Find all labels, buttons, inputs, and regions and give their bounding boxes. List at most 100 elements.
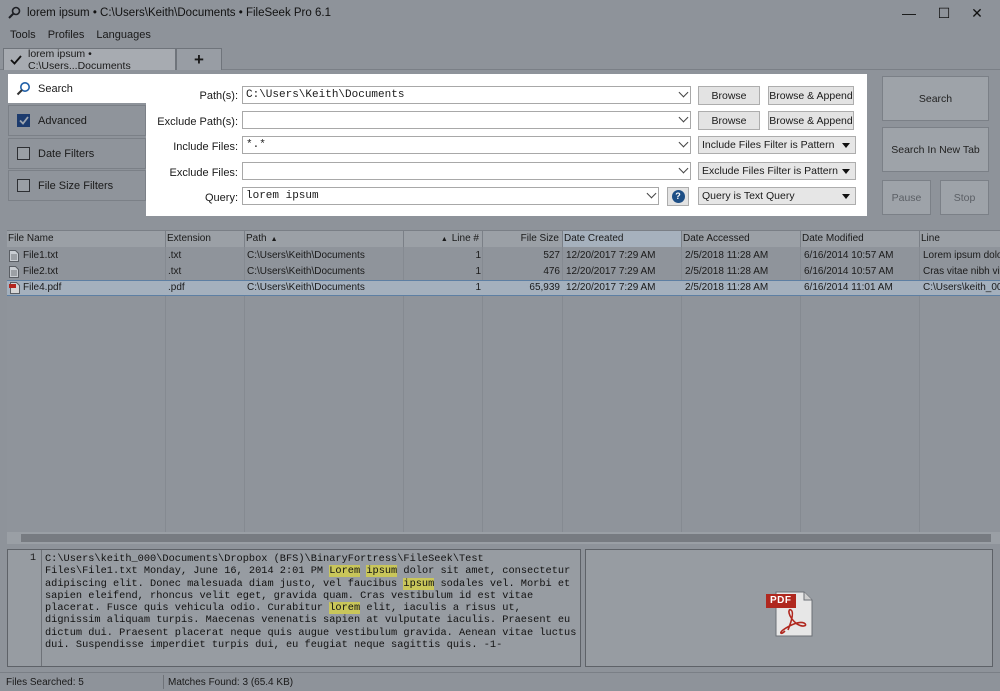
new-tab-button[interactable]: + [176, 48, 222, 70]
dropdown-triangle-icon [842, 169, 850, 174]
window-title: lorem ipsum • C:\Users\Keith\Documents •… [27, 7, 331, 19]
cell-line: Cras vitae nibh viv [923, 266, 1000, 277]
cell-file-size: 65,939 [529, 282, 560, 293]
pdf-badge-label: PDF [770, 595, 792, 606]
menu-profiles[interactable]: Profiles [42, 29, 91, 41]
maximize-icon: ☐ [937, 4, 951, 21]
tab-strip: lorem ipsum • C:\Users...Documents + [0, 44, 1000, 72]
col-header-line[interactable]: Line [920, 231, 1000, 247]
sidebar-search-label: Search [38, 82, 73, 95]
search-button[interactable]: Search [882, 76, 989, 121]
cell-date-created: 12/20/2017 7:29 AM [566, 282, 656, 293]
include-filter-mode-select[interactable]: Include Files Filter is Pattern [698, 136, 856, 154]
match-highlight: lorem [329, 602, 361, 615]
horizontal-scrollbar[interactable] [7, 532, 1000, 544]
include-files-value: *.* [246, 139, 266, 151]
chevron-down-icon [678, 87, 689, 98]
col-header-path-label: Path [246, 233, 267, 244]
plus-icon: + [194, 49, 204, 69]
query-value: lorem ipsum [246, 190, 319, 202]
match-highlight: ipsum [403, 577, 435, 590]
col-header-extension[interactable]: Extension [166, 231, 245, 247]
browse-button[interactable]: Browse [698, 86, 760, 105]
tab-search-results[interactable]: lorem ipsum • C:\Users...Documents [3, 48, 176, 72]
cell-extension: .txt [168, 250, 182, 261]
cell-path: C:\Users\Keith\Documents [247, 282, 365, 293]
sidebar-item-search[interactable]: Search [8, 74, 146, 103]
cell-path: C:\Users\Keith\Documents [247, 250, 365, 261]
col-header-line-number[interactable]: ▲ Line # [404, 231, 483, 247]
close-button[interactable]: ✕ [954, 0, 1000, 26]
query-help-button[interactable]: ? [667, 187, 689, 206]
sidebar-item-advanced[interactable]: Advanced [8, 105, 146, 136]
pause-button[interactable]: Pause [882, 180, 931, 215]
preview-text: C:\Users\keith_000\Documents\Dropbox (BF… [45, 553, 577, 651]
status-bar: Files Searched: 5 Matches Found: 3 (65.4… [0, 672, 1000, 691]
col-header-path[interactable]: Path ▲ [245, 231, 404, 247]
sort-icon: ▲ [440, 236, 448, 243]
magnifier-app-icon [7, 6, 21, 20]
query-mode-select[interactable]: Query is Text Query [698, 187, 856, 205]
table-row[interactable]: File2.txt .txt C:\Users\Keith\Documents … [7, 264, 1000, 280]
line-number: 1 [29, 553, 36, 564]
sidebar-item-label: Date Filters [38, 147, 95, 160]
table-row[interactable]: File1.txt .txt C:\Users\Keith\Documents … [7, 248, 1000, 264]
col-header-file-size[interactable]: File Size [483, 231, 563, 247]
sidebar-item-date-filters[interactable]: Date Filters [8, 138, 146, 169]
file-size-filters-checkbox[interactable] [17, 179, 30, 192]
query-mode-value: Query is Text Query [702, 190, 795, 202]
query-combo[interactable]: lorem ipsum [242, 187, 659, 205]
col-header-file-name[interactable]: File Name [7, 231, 166, 247]
exclude-paths-label: Exclude Path(s): [157, 116, 238, 128]
sidebar-item-file-size-filters[interactable]: File Size Filters [8, 170, 146, 201]
match-highlight: Lorem [329, 565, 361, 578]
exclude-files-label: Exclude Files: [169, 167, 238, 179]
match-highlight: ipsum [366, 565, 398, 578]
cell-file-name: File1.txt [23, 250, 59, 261]
cell-line-number: 1 [475, 282, 481, 293]
results-grid: File Name Extension Path ▲ ▲ Line # File S… [7, 230, 1000, 533]
preview-text-pane[interactable]: 1 C:\Users\keith_000\Documents\Dropbox (… [7, 549, 581, 667]
cell-date-created: 12/20/2017 7:29 AM [566, 250, 656, 261]
scrollbar-thumb[interactable] [21, 534, 991, 542]
menu-bar: Tools Profiles Languages [0, 26, 1000, 44]
sort-asc-icon: ▲ [270, 236, 278, 243]
preview-file-pane: PDF [585, 549, 993, 667]
cell-date-accessed: 2/5/2018 11:28 AM [685, 266, 769, 277]
advanced-checkbox[interactable] [17, 114, 30, 127]
include-files-combo[interactable]: *.* [242, 136, 691, 154]
cell-date-modified: 6/16/2014 10:57 AM [804, 266, 894, 277]
search-in-new-tab-button[interactable]: Search In New Tab [882, 127, 989, 172]
pdf-document-icon: PDF [764, 588, 816, 638]
paths-combo[interactable]: C:\Users\Keith\Documents [242, 86, 691, 104]
menu-tools[interactable]: Tools [4, 29, 42, 41]
status-divider [163, 675, 164, 689]
cell-date-accessed: 2/5/2018 11:28 AM [685, 250, 769, 261]
col-header-date-modified[interactable]: Date Modified [801, 231, 920, 247]
stop-button[interactable]: Stop [940, 180, 989, 215]
chevron-down-icon [678, 112, 689, 123]
query-label: Query: [204, 192, 238, 204]
paths-label: Path(s): [199, 90, 238, 102]
chevron-down-icon [678, 163, 689, 174]
browse-append-exclude-button[interactable]: Browse & Append [768, 111, 854, 130]
date-filters-checkbox[interactable] [17, 147, 30, 160]
minimize-icon: — [902, 5, 916, 21]
cell-line-number: 1 [475, 266, 481, 277]
col-header-date-created[interactable]: Date Created [563, 231, 682, 247]
browse-append-button[interactable]: Browse & Append [768, 86, 854, 105]
exclude-files-combo[interactable] [242, 162, 691, 180]
cell-extension: .pdf [168, 282, 185, 293]
exclude-filter-mode-select[interactable]: Exclude Files Filter is Pattern [698, 162, 856, 180]
title-bar: lorem ipsum • C:\Users\Keith\Documents •… [0, 0, 1000, 26]
cell-line-number: 1 [475, 250, 481, 261]
col-header-date-accessed[interactable]: Date Accessed [682, 231, 801, 247]
cell-date-modified: 6/16/2014 10:57 AM [804, 250, 894, 261]
table-row-selected[interactable]: File4.pdf .pdf C:\Users\Keith\Documents … [7, 280, 1000, 296]
menu-languages[interactable]: Languages [90, 29, 156, 41]
help-icon: ? [671, 190, 685, 203]
exclude-paths-combo[interactable] [242, 111, 691, 129]
browse-exclude-button[interactable]: Browse [698, 111, 760, 130]
cell-extension: .txt [168, 266, 182, 277]
cell-line: C:\Users\keith_00 [923, 282, 1000, 293]
